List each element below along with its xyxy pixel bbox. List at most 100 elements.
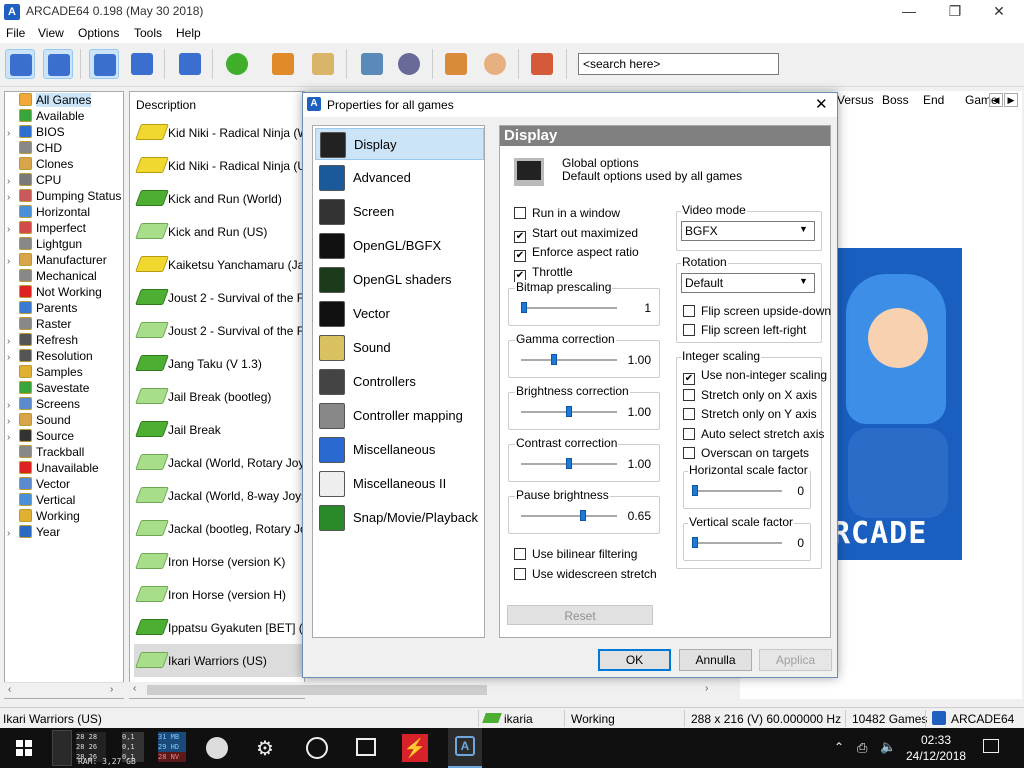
- game-list-hscrollbar[interactable]: ‹ ›: [129, 682, 719, 698]
- folder-item[interactable]: Clones: [7, 157, 73, 173]
- category-opengl-shaders[interactable]: OpenGL shaders: [315, 264, 484, 296]
- checkbox-enforce-aspect-ratio[interactable]: ✔ Enforce aspect ratio: [514, 245, 639, 262]
- checkbox-auto-select-stretch-axis[interactable]: Auto select stretch axis: [683, 427, 824, 443]
- app-window-icon[interactable]: [356, 738, 376, 756]
- checkbox-run-in-a-window[interactable]: Run in a window: [514, 206, 620, 222]
- checkbox-throttle[interactable]: ✔ Throttle: [514, 265, 573, 282]
- expand-chevron-icon[interactable]: ›: [7, 400, 19, 411]
- checkbox-overscan-on-targets[interactable]: Overscan on targets: [683, 446, 809, 462]
- game-row[interactable]: Jackal (World, Rotary Joystick): [134, 446, 304, 479]
- users-button[interactable]: [441, 49, 471, 79]
- folder-item[interactable]: Vertical: [7, 493, 75, 509]
- game-row[interactable]: Joust 2 - Survival of the Fittest: [134, 314, 304, 347]
- menu-view[interactable]: View: [38, 26, 64, 40]
- folder-item[interactable]: › Screens: [7, 397, 80, 413]
- notifications-icon[interactable]: [983, 739, 999, 753]
- menu-tools[interactable]: Tools: [134, 26, 162, 40]
- checkbox[interactable]: ✔: [514, 230, 526, 243]
- category-sound[interactable]: Sound: [315, 332, 484, 364]
- checkbox-flip-screen-left-right[interactable]: Flip screen left-right: [683, 323, 806, 339]
- category-miscellaneous-ii[interactable]: Miscellaneous II: [315, 468, 484, 500]
- column-header-versus[interactable]: Versus: [837, 93, 874, 107]
- game-row[interactable]: Joust 2 - Survival of the Fittest: [134, 281, 304, 314]
- details-view-button[interactable]: [127, 49, 157, 79]
- reset-button[interactable]: Reset: [507, 605, 653, 625]
- game-row[interactable]: Kid Niki - Radical Ninja (US): [134, 149, 304, 182]
- volume-icon[interactable]: 🔈: [880, 739, 896, 755]
- category-snap-movie-playback[interactable]: Snap/Movie/Playback: [315, 502, 484, 534]
- checkbox[interactable]: [683, 408, 695, 420]
- folder-item[interactable]: › Imperfect: [7, 221, 86, 237]
- tray-chevron-icon[interactable]: ⌃: [834, 740, 844, 754]
- expand-chevron-icon[interactable]: ›: [7, 336, 19, 347]
- ok-button[interactable]: OK: [598, 649, 671, 671]
- game-row[interactable]: Jail Break (bootleg): [134, 380, 304, 413]
- slider-thumb[interactable]: [580, 510, 586, 521]
- expand-chevron-icon[interactable]: ›: [7, 416, 19, 427]
- game-row[interactable]: Kick and Run (World): [134, 182, 304, 215]
- flash-app-icon[interactable]: ⚡: [402, 734, 428, 762]
- properties-button[interactable]: [308, 49, 338, 79]
- list-view-button[interactable]: [89, 49, 119, 79]
- folder-item[interactable]: Mechanical: [7, 269, 97, 285]
- checkbox[interactable]: [514, 548, 526, 560]
- folder-item[interactable]: Lightgun: [7, 237, 82, 253]
- folder-item[interactable]: Raster: [7, 317, 71, 333]
- play-button[interactable]: [268, 49, 298, 79]
- expand-chevron-icon[interactable]: ›: [7, 528, 19, 539]
- refresh-button[interactable]: [222, 49, 252, 79]
- game-row[interactable]: Ippatsu Gyakuten [BET] (Japan): [134, 611, 304, 644]
- category-controllers[interactable]: Controllers: [315, 366, 484, 398]
- folder-item[interactable]: › BIOS: [7, 125, 65, 141]
- checkbox-stretch-only-on-y-axis[interactable]: Stretch only on Y axis: [683, 407, 817, 423]
- expand-chevron-icon[interactable]: ›: [7, 192, 19, 203]
- close-button[interactable]: ✕: [976, 0, 1022, 24]
- cancel-button[interactable]: Annulla: [679, 649, 752, 671]
- game-row[interactable]: Ikari Warriors (US): [134, 644, 304, 677]
- category-screen[interactable]: Screen: [315, 196, 484, 228]
- checkbox-use-bilinear-filtering[interactable]: Use bilinear filtering: [514, 547, 637, 563]
- expand-chevron-icon[interactable]: ›: [7, 176, 19, 187]
- scroll-right-arrow[interactable]: ›: [705, 683, 708, 694]
- audit-button[interactable]: [394, 49, 424, 79]
- scroll-right-arrow[interactable]: ›: [110, 684, 113, 695]
- media-button[interactable]: [357, 49, 387, 79]
- category-display[interactable]: Display: [315, 128, 484, 160]
- grouped-view-button[interactable]: [175, 49, 205, 79]
- rotation-select[interactable]: Default: [681, 273, 815, 293]
- checkbox-flip-screen-upside-down[interactable]: Flip screen upside-down: [683, 304, 831, 320]
- folder-item[interactable]: Available: [7, 109, 84, 125]
- folder-item[interactable]: Parents: [7, 301, 77, 317]
- checkbox-use-widescreen-stretch[interactable]: Use widescreen stretch: [514, 567, 657, 583]
- game-row[interactable]: Kaiketsu Yanchamaru (Japan): [134, 248, 304, 281]
- category-miscellaneous[interactable]: Miscellaneous: [315, 434, 484, 466]
- folder-item[interactable]: Working: [7, 509, 80, 525]
- folder-item[interactable]: Samples: [7, 365, 83, 381]
- settings-gear-icon[interactable]: ⚙: [256, 736, 274, 761]
- folder-item[interactable]: Unavailable: [7, 461, 99, 477]
- browser-icon[interactable]: [206, 737, 228, 759]
- game-row[interactable]: Jackal (bootleg, Rotary Joystick): [134, 512, 304, 545]
- folder-item[interactable]: › Manufacturer: [7, 253, 107, 269]
- folder-item[interactable]: › Sound: [7, 413, 71, 429]
- checkbox-stretch-only-on-x-axis[interactable]: Stretch only on X axis: [683, 388, 817, 404]
- checkbox[interactable]: [683, 388, 695, 401]
- vertical-scale-thumb[interactable]: [692, 537, 698, 548]
- expand-chevron-icon[interactable]: ›: [7, 128, 19, 139]
- scroll-thumb[interactable]: [147, 685, 487, 695]
- restore-button[interactable]: ❐: [932, 0, 978, 24]
- minimize-button[interactable]: —: [886, 0, 932, 24]
- game-row[interactable]: Jail Break: [134, 413, 304, 446]
- game-row[interactable]: Iron Horse (version H): [134, 578, 304, 611]
- expand-chevron-icon[interactable]: ›: [7, 224, 19, 235]
- checkbox[interactable]: [514, 568, 526, 580]
- checkbox[interactable]: [683, 447, 695, 459]
- scroll-left-arrow[interactable]: ‹: [133, 683, 136, 694]
- folder-item[interactable]: CHD: [7, 141, 62, 157]
- horizontal-scale-thumb[interactable]: [692, 485, 698, 496]
- clock-date[interactable]: 24/12/2018: [906, 749, 966, 763]
- category-opengl-bgfx[interactable]: OpenGL/BGFX: [315, 230, 484, 262]
- vertical-scale-track[interactable]: [692, 542, 782, 544]
- clock-time[interactable]: 02:33: [921, 733, 951, 747]
- slider-track[interactable]: [521, 515, 617, 517]
